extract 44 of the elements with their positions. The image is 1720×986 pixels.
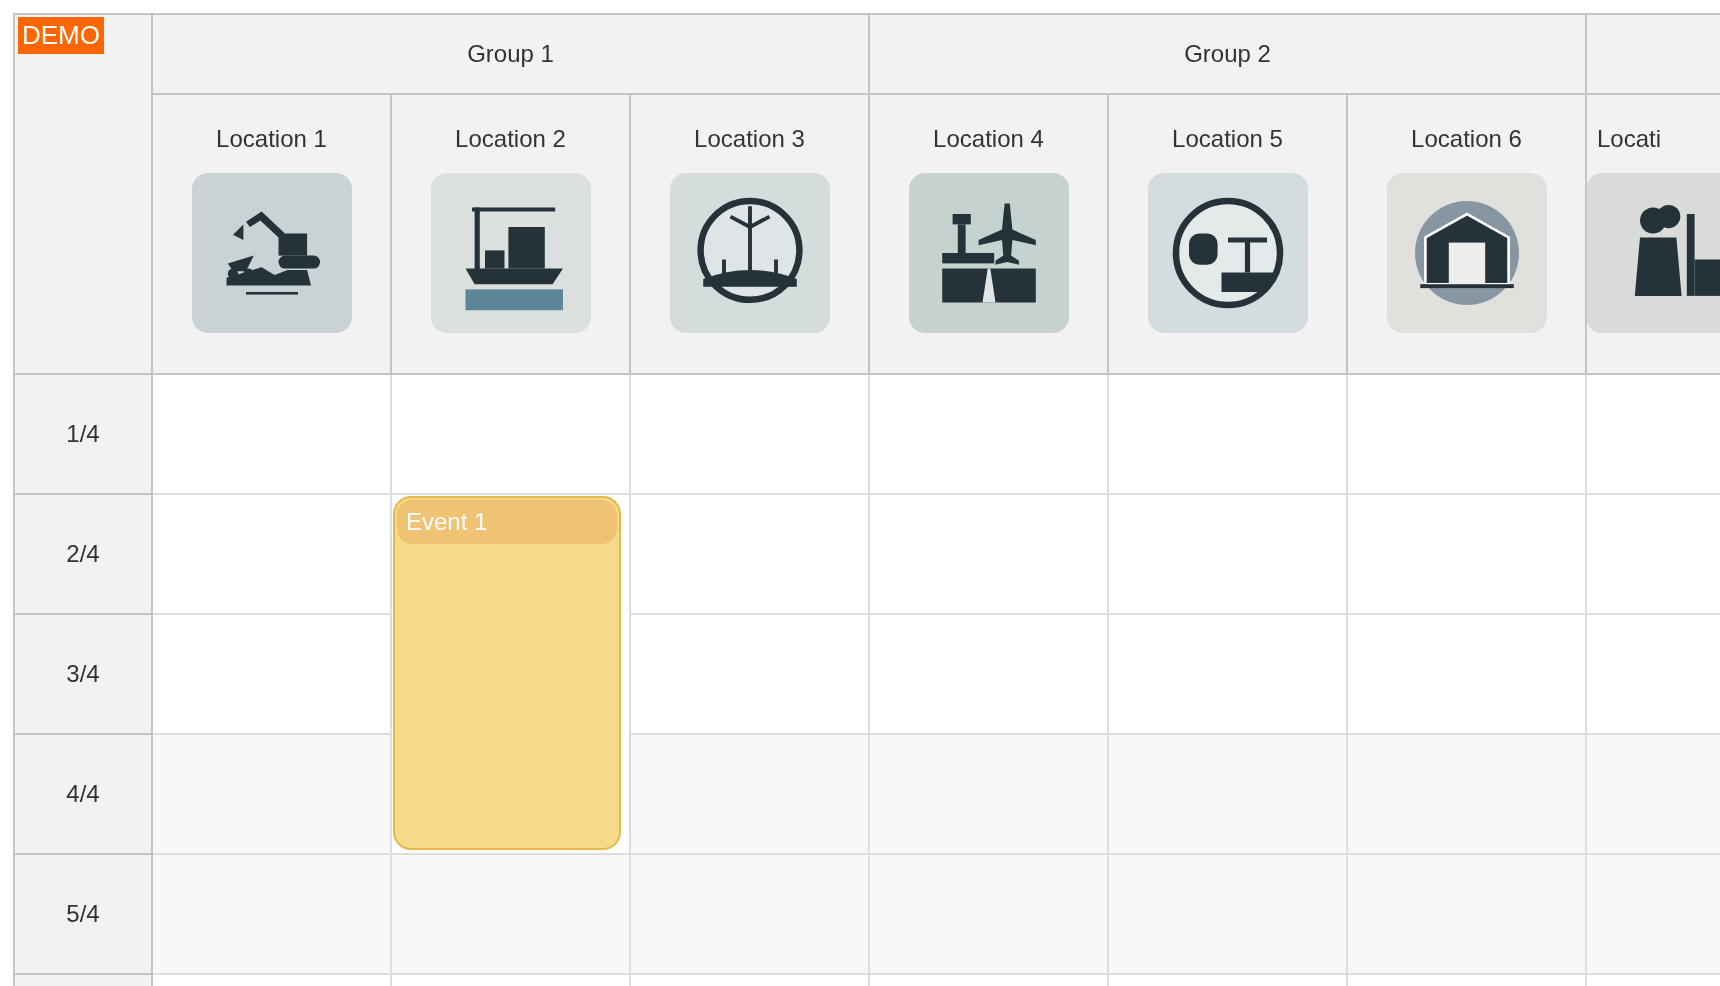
time-slot[interactable]: [1109, 375, 1348, 495]
row-label: 1/4: [15, 375, 153, 495]
location-name: Location 4: [933, 125, 1044, 153]
time-slot[interactable]: [392, 855, 631, 975]
time-slot[interactable]: [1109, 495, 1348, 615]
time-slot[interactable]: [153, 495, 392, 615]
time-slot[interactable]: [870, 855, 1109, 975]
location-name: Location 2: [455, 125, 566, 153]
group-header: Group 2: [870, 15, 1587, 95]
time-slot[interactable]: [870, 495, 1109, 615]
location-name: Location 5: [1172, 125, 1283, 153]
time-slot[interactable]: [1109, 855, 1348, 975]
time-slot[interactable]: [1348, 375, 1587, 495]
time-slot[interactable]: [870, 615, 1109, 735]
time-slot[interactable]: [631, 495, 870, 615]
group-header: Group 1: [153, 15, 870, 95]
time-slot[interactable]: [1348, 855, 1587, 975]
time-slot[interactable]: [870, 735, 1109, 855]
demo-badge: DEMO: [18, 17, 104, 54]
row-label: 2/4: [15, 495, 153, 615]
time-slot[interactable]: [392, 375, 631, 495]
location-name: Locati: [1597, 125, 1662, 153]
time-slot[interactable]: [631, 375, 870, 495]
event-block[interactable]: Event 1: [393, 496, 621, 850]
row-label: 4/4: [15, 735, 153, 855]
time-slot[interactable]: [1348, 495, 1587, 615]
time-slot[interactable]: [1348, 735, 1587, 855]
time-slot[interactable]: [1348, 615, 1587, 735]
location-name: Location 3: [694, 125, 805, 153]
time-slot[interactable]: [631, 855, 870, 975]
time-slot[interactable]: [631, 615, 870, 735]
time-slot[interactable]: [153, 735, 392, 855]
time-slot[interactable]: [153, 375, 392, 495]
row-label: 5/4: [15, 855, 153, 975]
time-slot[interactable]: [1109, 615, 1348, 735]
time-slot[interactable]: [153, 855, 392, 975]
time-slot[interactable]: [870, 375, 1109, 495]
event-title: Event 1: [397, 500, 617, 544]
time-slot[interactable]: [631, 735, 870, 855]
location-name: Location 6: [1411, 125, 1522, 153]
row-label: 3/4: [15, 615, 153, 735]
time-slot[interactable]: [153, 615, 392, 735]
time-slot[interactable]: [1109, 735, 1348, 855]
location-name: Location 1: [216, 125, 327, 153]
